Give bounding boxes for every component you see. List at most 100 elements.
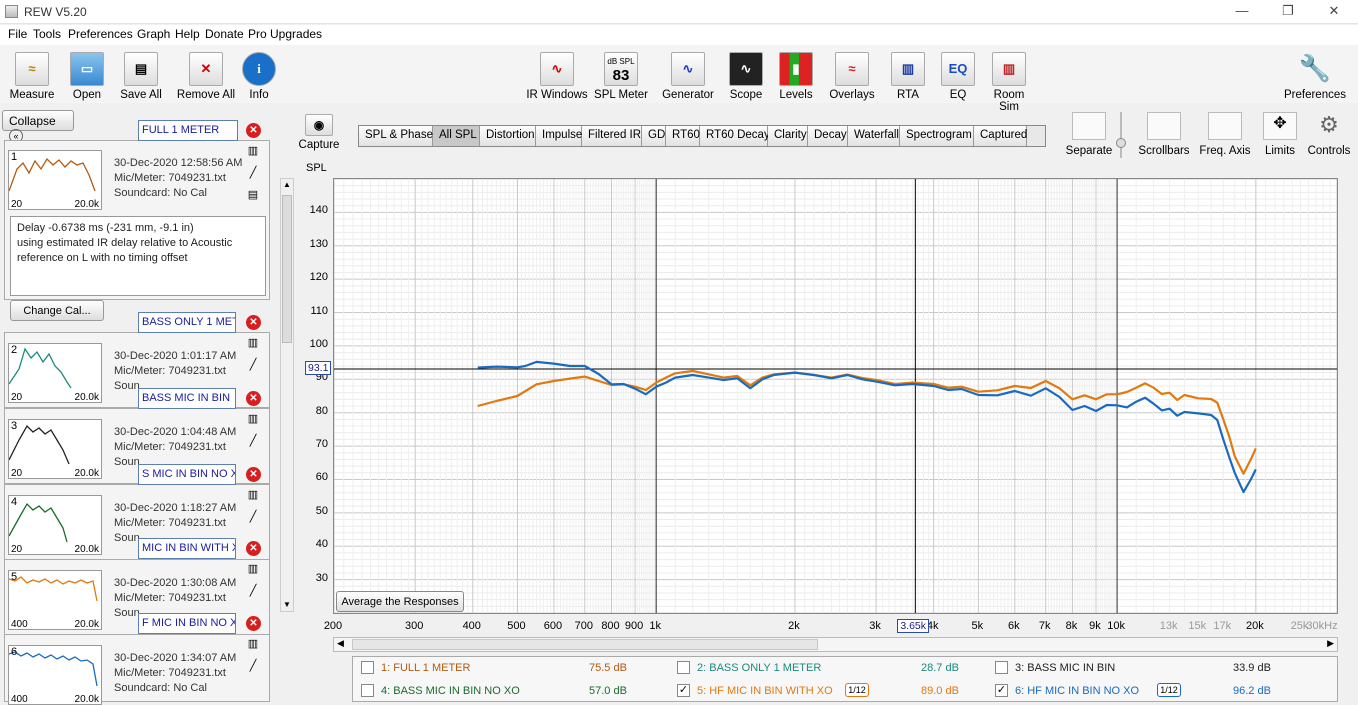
- separate-button[interactable]: Separate: [1064, 112, 1114, 157]
- measurement-thumbnail[interactable]: 1 20 20.0k: [8, 150, 102, 210]
- legend-checkbox[interactable]: [677, 661, 690, 674]
- lock-icon[interactable]: ▥: [246, 488, 260, 502]
- menu-pro-upgrades[interactable]: Pro Upgrades: [248, 27, 322, 41]
- capture-button[interactable]: ◉ Capture: [298, 114, 340, 151]
- legend-checkbox[interactable]: ✓: [677, 684, 690, 697]
- menu-preferences[interactable]: Preferences: [68, 27, 133, 41]
- scrollbars-button[interactable]: Scrollbars: [1138, 112, 1190, 157]
- close-window-button[interactable]: ✕: [1322, 3, 1346, 21]
- lock-icon[interactable]: ▥: [246, 562, 260, 576]
- edit-icon[interactable]: ╱: [246, 358, 260, 372]
- spl-graph[interactable]: [333, 178, 1338, 614]
- menu-help[interactable]: Help: [175, 27, 200, 41]
- tab-distortion[interactable]: Distortion: [480, 126, 536, 146]
- change-cal-button[interactable]: Change Cal...: [10, 300, 104, 321]
- hscroll-thumb[interactable]: [352, 639, 818, 650]
- scroll-down-icon[interactable]: ▼: [282, 600, 292, 610]
- scroll-thumb[interactable]: [282, 195, 292, 343]
- graph-hscrollbar[interactable]: ◀ ▶: [333, 637, 1338, 652]
- menu-tools[interactable]: Tools: [33, 27, 61, 41]
- collapse-button[interactable]: Collapse «: [2, 110, 74, 143]
- remove-measurement-icon[interactable]: ✕: [246, 391, 261, 406]
- measurement-thumbnail[interactable]: 4 20 20.0k: [8, 495, 102, 555]
- measurement-notes[interactable]: Delay -0.6738 ms (-231 mm, -9.1 in) usin…: [10, 216, 266, 296]
- measurement-name-field[interactable]: MIC IN BIN WITH XO: [138, 538, 236, 559]
- spl-plot[interactable]: [333, 178, 1338, 614]
- notes-doc-icon[interactable]: ▤: [246, 188, 260, 202]
- measurement-thumbnail[interactable]: 3 20 20.0k: [8, 419, 102, 479]
- tab-captured[interactable]: Captured: [974, 126, 1027, 146]
- measurement-name-field[interactable]: F MIC IN BIN NO XO: [138, 613, 236, 634]
- preferences-button[interactable]: 🔧 Preferences: [1282, 52, 1348, 101]
- minimize-button[interactable]: —: [1230, 3, 1254, 21]
- remove-measurement-icon[interactable]: ✕: [246, 616, 261, 631]
- eq-button[interactable]: EQ EQ: [940, 52, 976, 101]
- smoothing-indicator[interactable]: 1/12: [1157, 683, 1181, 697]
- spl-meter-button[interactable]: dB SPL 83 SPL Meter: [594, 52, 648, 101]
- tab-rt60[interactable]: RT60: [666, 126, 700, 146]
- legend-checkbox[interactable]: ✓: [995, 684, 1008, 697]
- legend-checkbox[interactable]: [361, 684, 374, 697]
- remove-measurement-icon[interactable]: ✕: [246, 467, 261, 482]
- panel-scrollbar[interactable]: ▲ ▼: [280, 178, 294, 612]
- edit-icon[interactable]: ╱: [246, 584, 260, 598]
- remove-all-button[interactable]: ✕ Remove All: [176, 52, 236, 101]
- separate-slider[interactable]: [1116, 112, 1128, 158]
- edit-icon[interactable]: ╱: [246, 510, 260, 524]
- measurement-name-field[interactable]: FULL 1 METER: [138, 120, 238, 141]
- legend-checkbox[interactable]: [995, 661, 1008, 674]
- menu-graph[interactable]: Graph: [137, 27, 170, 41]
- scroll-left-icon[interactable]: ◀: [337, 638, 344, 649]
- remove-measurement-icon[interactable]: ✕: [246, 315, 261, 330]
- generator-button[interactable]: ∿ Generator: [660, 52, 716, 101]
- scope-button[interactable]: ∿ Scope: [726, 52, 766, 101]
- edit-icon[interactable]: ╱: [246, 434, 260, 448]
- measurement-name-field[interactable]: S MIC IN BIN NO XO: [138, 464, 236, 485]
- overlays-button[interactable]: ≈ Overlays: [828, 52, 876, 101]
- levels-button[interactable]: ▮ Levels: [776, 52, 816, 101]
- measurement-thumbnail[interactable]: 5 400 20.0k: [8, 570, 102, 630]
- open-button[interactable]: ▭ Open: [66, 52, 108, 101]
- info-button[interactable]: i Info: [242, 52, 276, 101]
- remove-measurement-icon[interactable]: ✕: [246, 541, 261, 556]
- thumbnail-x-max: 20.0k: [74, 544, 99, 555]
- tab-spectrogram[interactable]: Spectrogram: [900, 126, 974, 146]
- measure-button[interactable]: ≈ Measure: [8, 52, 56, 101]
- tab-spl-phase[interactable]: SPL & Phase: [359, 126, 433, 146]
- smoothing-indicator[interactable]: 1/12: [845, 683, 869, 697]
- tab-all-spl[interactable]: All SPL: [433, 126, 480, 146]
- lock-icon[interactable]: ▥: [246, 336, 260, 350]
- tab-waterfall[interactable]: Waterfall: [848, 126, 900, 146]
- tab-decay[interactable]: Decay: [808, 126, 848, 146]
- menu-file[interactable]: File: [8, 27, 27, 41]
- tab-clarity[interactable]: Clarity: [768, 126, 808, 146]
- tab-impulse[interactable]: Impulse: [536, 126, 582, 146]
- measurement-thumbnail[interactable]: 6 400 20.0k: [8, 645, 102, 705]
- tab-filtered-ir[interactable]: Filtered IR: [582, 126, 642, 146]
- scroll-up-icon[interactable]: ▲: [282, 180, 292, 190]
- tab-rt60-decay[interactable]: RT60 Decay: [700, 126, 770, 146]
- legend-value: 57.0 dB: [589, 685, 627, 697]
- average-responses-button[interactable]: Average the Responses: [336, 591, 464, 612]
- measurement-name-field[interactable]: BASS MIC IN BIN: [138, 388, 236, 409]
- ir-windows-button[interactable]: ∿ IR Windows: [526, 52, 588, 101]
- menu-donate[interactable]: Donate: [205, 27, 244, 41]
- limits-button[interactable]: ✥ Limits: [1262, 112, 1298, 157]
- scroll-right-icon[interactable]: ▶: [1327, 638, 1334, 649]
- measurement-thumbnail[interactable]: 2 20 20.0k: [8, 343, 102, 403]
- tab-gd[interactable]: GD: [642, 126, 666, 146]
- lock-icon[interactable]: ▥: [246, 412, 260, 426]
- edit-icon[interactable]: ╱: [246, 166, 260, 180]
- edit-icon[interactable]: ╱: [246, 659, 260, 673]
- room-sim-button[interactable]: ▥ Room Sim: [984, 52, 1034, 113]
- controls-button[interactable]: ⚙ Controls: [1306, 112, 1352, 157]
- freq-axis-button[interactable]: Freq. Axis: [1198, 112, 1252, 157]
- maximize-button[interactable]: ❐: [1276, 3, 1300, 21]
- legend-checkbox[interactable]: [361, 661, 374, 674]
- measurement-name-field[interactable]: BASS ONLY 1 METER: [138, 312, 236, 333]
- save-all-button[interactable]: ▤ Save All: [116, 52, 166, 101]
- remove-measurement-icon[interactable]: ✕: [246, 123, 261, 138]
- rta-button[interactable]: ▥ RTA: [890, 52, 926, 101]
- lock-icon[interactable]: ▥: [246, 144, 260, 158]
- lock-icon[interactable]: ▥: [246, 637, 260, 651]
